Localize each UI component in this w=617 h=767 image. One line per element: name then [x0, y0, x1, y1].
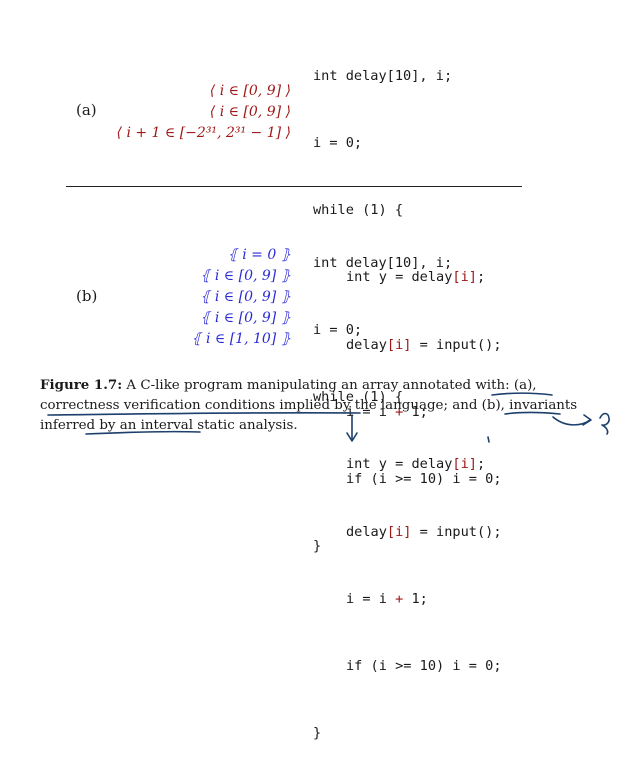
scribble-mark — [599, 412, 610, 435]
panel-a-annotation: ⟨ i + 1 ∈ [−2³¹, 2³¹ − 1] ⟩ — [116, 125, 291, 141]
panel-b-code: int delay[10], i; i = 0; while (1) { int… — [313, 207, 502, 767]
panel-divider — [66, 186, 522, 187]
panel-b-annotation: ⦃ i ∈ [0, 9] ⦄ — [200, 310, 291, 326]
panel-b-annotation: ⦃ i = 0 ⦄ — [227, 247, 291, 263]
code-line: i = 0; — [313, 322, 363, 339]
code-text: = input(); — [411, 523, 502, 540]
panel-a-annotation: ⟨ i ∈ [0, 9] ⟩ — [209, 104, 291, 120]
code-line: delay[i] = input(); — [313, 521, 502, 543]
code-line: int delay[10], i; — [313, 254, 453, 271]
code-text: ; — [476, 456, 486, 473]
code-line: if (i >= 10) i = 0; — [346, 658, 502, 675]
panel-b-annotation: ⦃ i ∈ [0, 9] ⦄ — [200, 268, 291, 284]
code-line: i = i + 1; — [313, 588, 502, 610]
array-index: [i] — [452, 456, 477, 473]
panel-b-annotation: ⦃ i ∈ [1, 10] ⦄ — [191, 331, 291, 347]
plus-operator: + — [395, 590, 404, 607]
code-text: delay — [346, 523, 387, 540]
figure-number: Figure 1.7: — [40, 377, 123, 393]
code-line: } — [313, 725, 322, 742]
panel-b-label: (b) — [76, 287, 98, 305]
array-index: [i] — [386, 523, 412, 540]
code-line: int y = delay[i]; — [313, 453, 502, 475]
panel-b-annotation: ⦃ i ∈ [0, 9] ⦄ — [200, 289, 291, 305]
code-line: i = 0; — [313, 135, 363, 152]
code-text: i = i — [346, 590, 396, 607]
code-line: int delay[10], i; — [313, 67, 453, 84]
panel-a-label: (a) — [76, 101, 97, 119]
code-text: 1; — [403, 590, 428, 607]
arrow-mark — [582, 414, 592, 426]
code-text: int y = delay — [346, 456, 453, 473]
figure-caption: Figure 1.7: A C-like program manipulatin… — [40, 375, 580, 436]
panel-a-annotation: ⟨ i ∈ [0, 9] ⟩ — [209, 83, 291, 99]
